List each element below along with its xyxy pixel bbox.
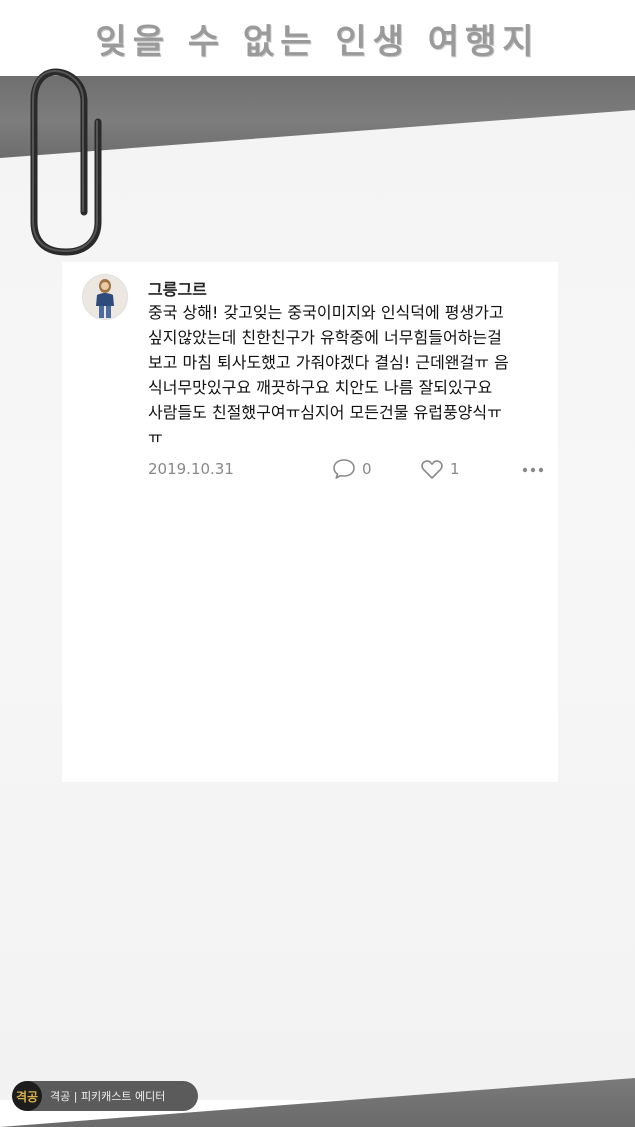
- avatar[interactable]: [82, 274, 128, 320]
- watermark-text: 격공 | 피키캐스트 에디터: [50, 1090, 166, 1103]
- more-options-button[interactable]: [520, 458, 546, 482]
- comment-button[interactable]: 0: [332, 458, 372, 480]
- paperclip-icon: [30, 68, 102, 256]
- watermark-logo: 격공: [12, 1081, 42, 1111]
- like-count: 1: [450, 460, 460, 478]
- heart-icon: [421, 460, 443, 479]
- watermark-badge: 격공 격공 | 피키캐스트 에디터: [12, 1081, 198, 1111]
- post-footer: 2019.10.31 0 1: [148, 458, 548, 482]
- user-avatar-image: [83, 275, 127, 319]
- post-card: 그릉그르 중국 상해! 갖고잊는 중국이미지와 인식덕에 평생가고 싶지않았는데…: [62, 262, 558, 782]
- post-content: 중국 상해! 갖고잊는 중국이미지와 인식덕에 평생가고 싶지않았는데 친한친구…: [148, 303, 509, 447]
- post-date: 2019.10.31: [148, 460, 234, 478]
- like-button[interactable]: 1: [420, 458, 460, 480]
- comment-count: 0: [362, 460, 372, 478]
- post-username[interactable]: 그릉그르: [148, 276, 207, 300]
- page-title: 잊을 수 없는 인생 여행지: [95, 22, 540, 62]
- more-dots-icon: [522, 467, 544, 473]
- comment-icon: [333, 459, 355, 479]
